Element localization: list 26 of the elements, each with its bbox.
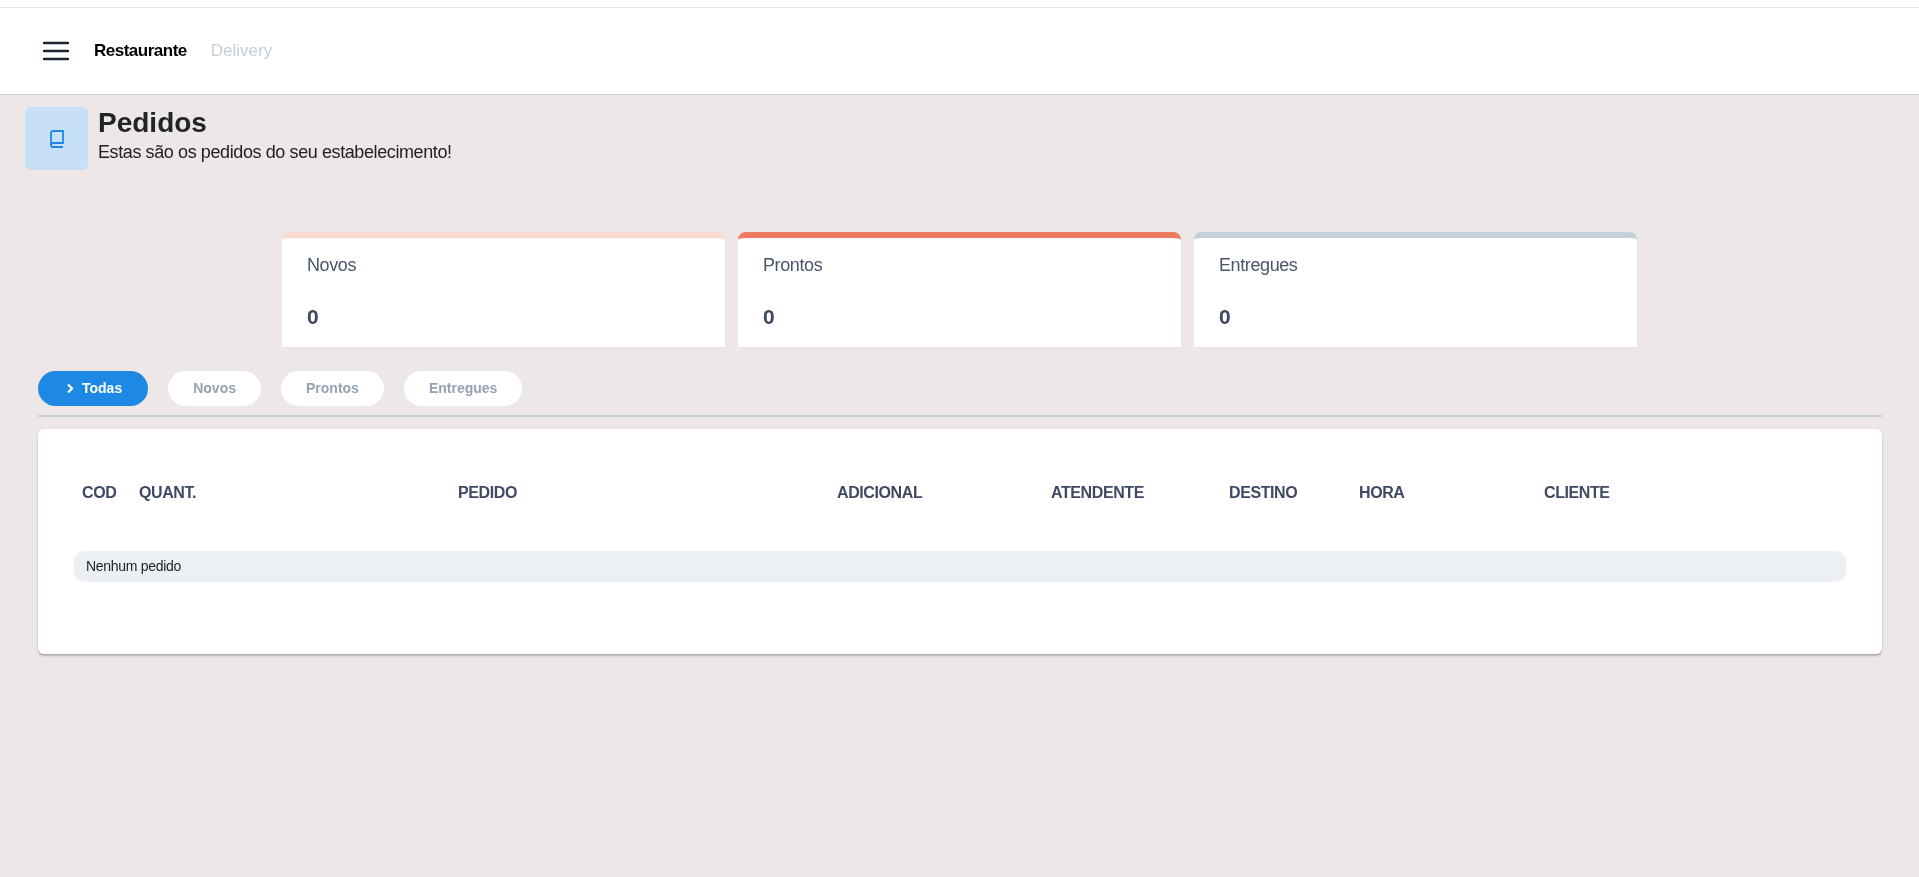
filter-tab[interactable]: Prontos	[281, 371, 384, 406]
column-header: HORA	[1359, 484, 1405, 501]
column-header: QUANT.	[139, 484, 197, 501]
nav-link[interactable]: Delivery	[210, 38, 273, 64]
stat-value: 0	[763, 304, 776, 330]
brand-link[interactable]: Restaurante	[94, 38, 187, 64]
filter-tab[interactable]: Todas	[38, 371, 149, 406]
column-header: CLIENTE	[1544, 484, 1610, 501]
stat-label: Entregues	[1219, 254, 1299, 277]
stat-label: Novos	[307, 254, 358, 277]
chevron-icon	[66, 383, 74, 394]
column-header: PEDIDO	[458, 484, 517, 501]
column-header: ATENDENTE	[1051, 484, 1144, 501]
page-title: Pedidos	[98, 107, 208, 140]
column-header: DESTINO	[1229, 484, 1298, 501]
filter-tab[interactable]: Entregues	[403, 371, 523, 406]
empty-message: Nenhum pedido	[86, 557, 181, 576]
stat-label: Prontos	[763, 254, 824, 277]
book-icon	[48, 129, 65, 148]
filter-tab[interactable]: Novos	[168, 371, 261, 406]
page-subtitle: Estas são os pedidos do seu estabelecimento!	[98, 141, 452, 165]
column-header: ADICIONAL	[837, 484, 923, 501]
stat-value: 0	[307, 304, 320, 330]
column-header: COD	[82, 484, 117, 501]
stat-value: 0	[1219, 304, 1232, 330]
menu-icon[interactable]	[42, 40, 70, 62]
